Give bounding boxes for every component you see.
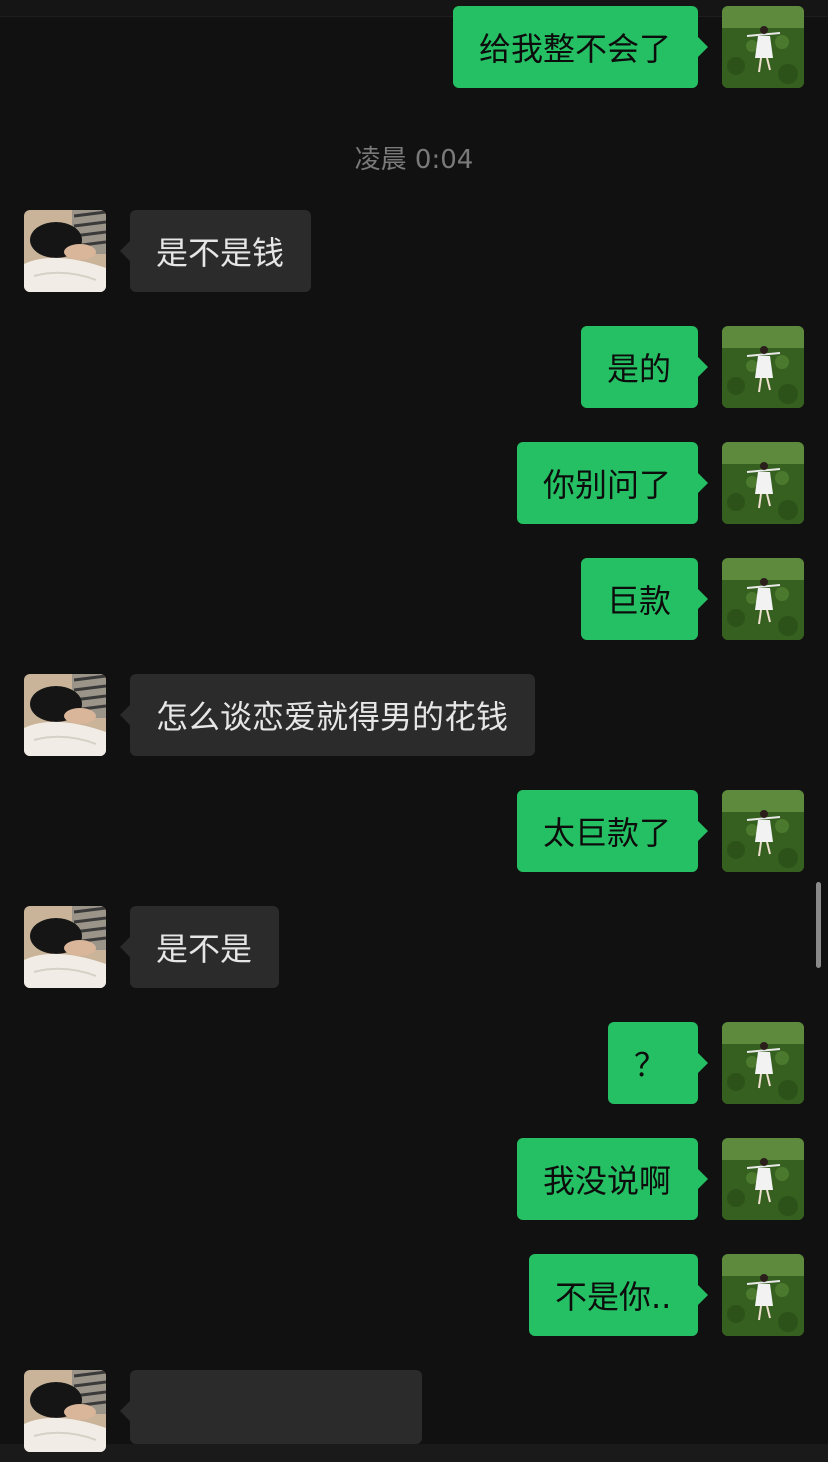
message-row-sent: 太巨款了 xyxy=(0,790,828,872)
self-avatar-icon[interactable] xyxy=(722,790,804,872)
message-row-received: 是不是钱 xyxy=(0,210,828,292)
message-row-sent: 是的 xyxy=(0,326,828,408)
timestamp: 凌晨 0:04 xyxy=(354,145,474,175)
sent-message-bubble[interactable]: 是的 xyxy=(581,326,708,408)
sent-message-bubble[interactable]: 你别问了 xyxy=(517,442,708,524)
sent-message-bubble[interactable]: 给我整不会了 xyxy=(453,6,708,88)
message-text: 是不是 xyxy=(156,930,253,968)
message-text: 是的 xyxy=(607,350,672,388)
message-row-received: 是不是 xyxy=(0,906,828,988)
contact-avatar-icon[interactable] xyxy=(24,1370,106,1452)
message-row-sent: 巨款 xyxy=(0,558,828,640)
sent-message-bubble[interactable]: ？ xyxy=(608,1022,708,1104)
message-row-sent: 我没说啊 xyxy=(0,1138,828,1220)
received-message-bubble[interactable]: 怎么谈恋爱就得男的花钱 xyxy=(120,674,535,756)
message-row-received: 怎么谈恋爱就得男的花钱 xyxy=(0,674,828,756)
message-text: 给我整不会了 xyxy=(479,30,672,68)
message-text: 怎么谈恋爱就得男的花钱 xyxy=(156,698,509,736)
message-text: 巨款 xyxy=(607,582,672,620)
sent-message-bubble[interactable]: 不是你.. xyxy=(529,1254,708,1336)
message-text: 我没说啊 xyxy=(543,1162,672,1200)
message-row-sent: 给我整不会了 xyxy=(0,6,828,88)
message-row-sent: 不是你.. xyxy=(0,1254,828,1336)
sent-message-bubble[interactable]: 巨款 xyxy=(581,558,708,640)
contact-avatar-icon[interactable] xyxy=(24,210,106,292)
self-avatar-icon[interactable] xyxy=(722,1022,804,1104)
message-row-sent: 你别问了 xyxy=(0,442,828,524)
sent-message-bubble[interactable]: 我没说啊 xyxy=(517,1138,708,1220)
self-avatar-icon[interactable] xyxy=(722,1254,804,1336)
received-message-bubble[interactable]: 是不是钱 xyxy=(120,210,311,292)
message-text: ？ xyxy=(634,1046,667,1084)
self-avatar-icon[interactable] xyxy=(722,1138,804,1220)
message-text: 太巨款了 xyxy=(543,814,672,852)
chat-message-list[interactable]: 凌晨 0:04 给我整不会了 是不是钱 是的 你别问了 巨款 怎么谈恋爱就得男的… xyxy=(0,0,828,1462)
self-avatar-icon[interactable] xyxy=(722,6,804,88)
message-row-received xyxy=(0,1370,828,1452)
contact-avatar-icon[interactable] xyxy=(24,674,106,756)
message-text: 你别问了 xyxy=(543,466,672,504)
received-message-bubble[interactable] xyxy=(120,1370,422,1444)
self-avatar-icon[interactable] xyxy=(722,326,804,408)
message-text: 是不是钱 xyxy=(156,234,285,272)
self-avatar-icon[interactable] xyxy=(722,442,804,524)
message-text: 不是你.. xyxy=(555,1278,672,1316)
self-avatar-icon[interactable] xyxy=(722,558,804,640)
sent-message-bubble[interactable]: 太巨款了 xyxy=(517,790,708,872)
contact-avatar-icon[interactable] xyxy=(24,906,106,988)
message-row-sent: ？ xyxy=(0,1022,828,1104)
received-message-bubble[interactable]: 是不是 xyxy=(120,906,279,988)
